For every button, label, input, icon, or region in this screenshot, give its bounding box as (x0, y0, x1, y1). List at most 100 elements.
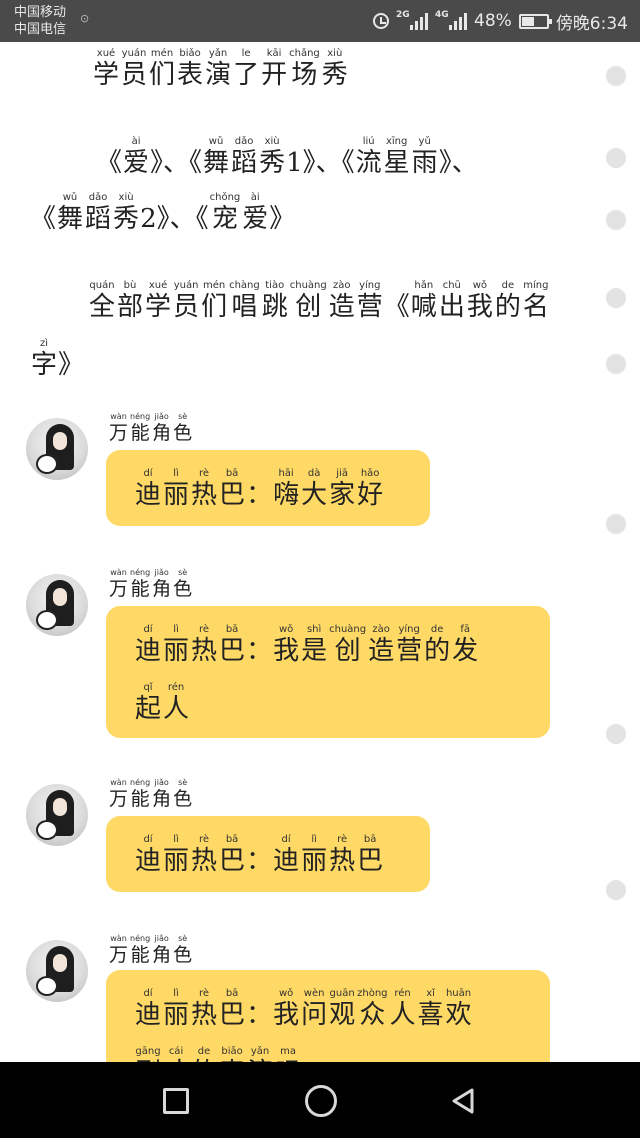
pinyin: lì (173, 988, 179, 999)
pinyin: rè (199, 988, 210, 999)
pinyin: sè (178, 934, 188, 943)
ruby-char: dí 迪 (135, 988, 161, 1030)
avatar[interactable] (26, 418, 88, 480)
pinyin: yíng (398, 624, 420, 635)
ruby-char: chàng 唱 (229, 280, 260, 322)
hanzi: 嗨 (273, 480, 300, 510)
pinyin: xǐ (426, 988, 435, 999)
ruby-char: wàn 万 (109, 778, 128, 810)
ruby-char: fā 发 (452, 624, 478, 666)
pinyin: yuán (173, 280, 199, 291)
pinyin: néng (130, 778, 151, 787)
ruby-char: xǐ 喜 (418, 988, 444, 1030)
ruby-char: rè 热 (191, 988, 217, 1030)
hanzi: 丽 (163, 636, 190, 666)
hanzi: 巴 (219, 480, 246, 510)
pinyin: dà (307, 468, 321, 479)
hanzi: 丽 (301, 846, 328, 876)
pinyin: jiǎo (154, 568, 169, 577)
hanzi: 秀 (113, 204, 140, 234)
pinyin: jiā (336, 468, 348, 479)
ruby-char: hāi 嗨 (273, 468, 299, 510)
hanzi: 人 (163, 694, 190, 724)
hanzi: 了 (233, 60, 260, 90)
hanzi: 角 (152, 422, 172, 444)
hanzi: 热 (191, 636, 218, 666)
message-line: gāng刚cái才de的biǎo表yǎn演ma吗 (134, 1046, 302, 1062)
hanzi: 是 (301, 636, 328, 666)
avatar[interactable] (26, 940, 88, 1002)
ruby-char: sè 色 (173, 412, 192, 444)
ruby-char: hǎn 喊 (411, 280, 437, 322)
pinyin: dí (143, 624, 153, 635)
chat-content[interactable]: xué 学 yuán 员 mén 们 biǎo 表 yǎn 演 le 了 kāi 开 chǎng 场 xiù 秀 … (0, 42, 640, 1062)
hanzi: 员 (173, 292, 200, 322)
hanzi: 色 (173, 944, 193, 966)
hanzi: 的 (494, 292, 521, 322)
ruby-char: jiǎo 角 (152, 778, 171, 810)
ruby-char: hǎo 好 (357, 468, 383, 510)
home-circle-icon[interactable] (305, 1085, 337, 1117)
ruby-char: yíng 营 (396, 624, 422, 666)
ruby-char: rén 人 (390, 988, 416, 1030)
sender-name: wàn 万 néng 能 jiǎo 角 sè 色 (108, 568, 193, 600)
message-bubble[interactable]: dí 迪 lì 丽 rè 热 bā 巴： wǒ 我 shì 是 chuàng 创 zào 造 yíng 营 de 的 f… (106, 606, 550, 738)
punctuation: 《 (96, 148, 123, 178)
ruby-char: bā 巴 (219, 468, 245, 510)
pinyin: tiào (265, 280, 285, 291)
hanzi: 秀 (321, 60, 348, 90)
avatar[interactable] (26, 574, 88, 636)
hanzi: 宠 (211, 204, 238, 234)
pinyin: jiǎo (154, 778, 169, 787)
ruby-char: lì 丽 (163, 988, 189, 1030)
ruby-char: néng 能 (130, 568, 150, 600)
unread-dot (606, 354, 626, 374)
punctuation: 1》、《 (286, 148, 355, 178)
pinyin: chuàng (329, 624, 367, 635)
ruby-char: dí 迪 (135, 468, 161, 510)
ruby-char: bù 部 (117, 280, 143, 322)
ruby-char: wǔ 舞 (57, 192, 83, 234)
pinyin: ài (131, 136, 141, 147)
square-nav-icon[interactable] (163, 1088, 189, 1114)
unread-dot (606, 880, 626, 900)
ruby-char: jiǎo 角 (152, 568, 171, 600)
ruby-char: bā 巴 (219, 834, 245, 876)
hanzi: 秀 (259, 148, 286, 178)
hanzi: 们 (201, 292, 228, 322)
hanzi: 员 (121, 60, 148, 90)
pinyin: hǎo (360, 468, 380, 479)
avatar[interactable] (26, 784, 88, 846)
pinyin: wàn (110, 412, 127, 421)
hanzi: 造 (368, 636, 395, 666)
ruby-char: sè 色 (173, 568, 192, 600)
hanzi: 热 (329, 846, 356, 876)
pinyin: ài (250, 192, 260, 203)
punctuation: 》 (269, 204, 296, 234)
hanzi: 星 (383, 148, 410, 178)
ruby-char: mén 们 (149, 48, 175, 90)
punctuation: 》 (58, 350, 85, 380)
ruby-char: sè 色 (173, 934, 192, 966)
back-triangle-icon[interactable] (450, 1087, 478, 1115)
ruby-char: dǎo 蹈 (85, 192, 111, 234)
ruby-char: wèn 问 (301, 988, 327, 1030)
network-type-2: 4G (435, 10, 449, 20)
ruby-char: rè 热 (191, 468, 217, 510)
message-bubble[interactable]: dí 迪 lì 丽 rè 热 bā 巴： hāi 嗨 dà 大 jiā 家 hǎo 好 (106, 450, 430, 526)
ruby-char: biǎo表 (177, 48, 203, 90)
hanzi: 爱 (123, 148, 150, 178)
navigation-bar (0, 1062, 640, 1138)
message-bubble[interactable]: dí 迪 lì 丽 rè 热 bā 巴： wǒ 我 wèn 问 guān 观 zhòng 众 rén 人 xǐ 喜 hu… (106, 970, 550, 1062)
pinyin: lì (311, 834, 317, 845)
hanzi: 热 (191, 846, 218, 876)
hanzi: 演 (205, 60, 232, 90)
intro-line-1: xué 学 yuán 员 mén 们 biǎo 表 yǎn 演 le 了 kāi 开 chǎng 场 xiù 秀 (92, 48, 349, 90)
hanzi: 们 (149, 60, 176, 90)
pinyin: dí (143, 988, 153, 999)
ruby-char: yuán 员 (121, 48, 147, 90)
pinyin: dǎo (88, 192, 108, 203)
pinyin: hāi (278, 468, 294, 479)
message-bubble[interactable]: dí 迪 lì 丽 rè 热 bā 巴： dí 迪 lì 丽 rè 热 bā 巴 (106, 816, 430, 892)
hanzi: 的 (424, 636, 451, 666)
